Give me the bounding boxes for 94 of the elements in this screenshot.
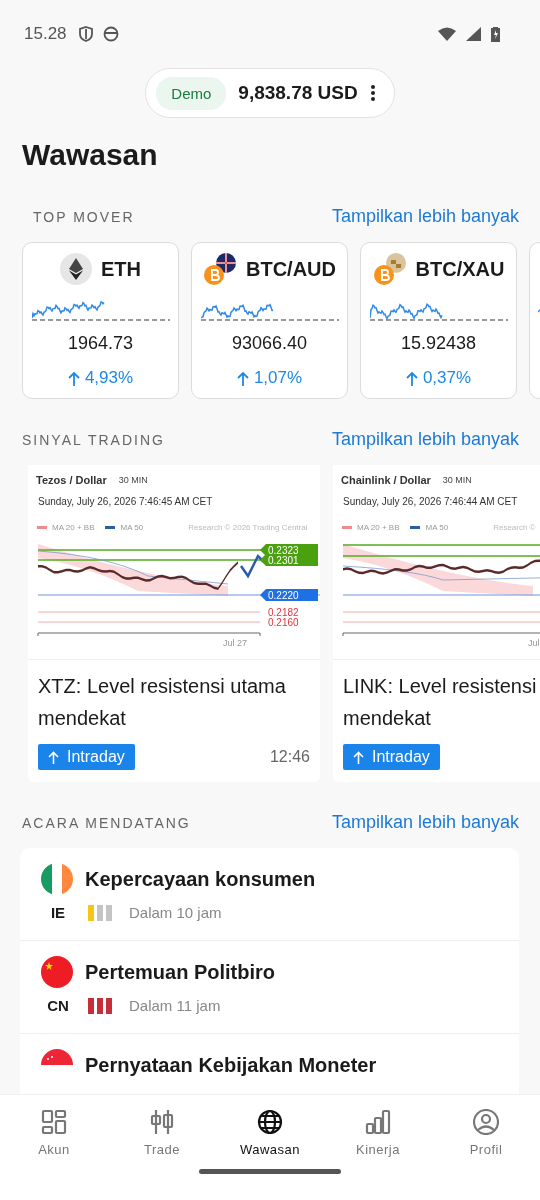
show-more-link[interactable]: Tampilkan lebih banyak xyxy=(331,812,519,833)
chart-title: Chainlink / Dollar xyxy=(341,474,431,486)
legend-swatch xyxy=(37,526,47,529)
change-percent: 0,37% xyxy=(422,368,472,388)
event-row[interactable]: Pertemuan Politbiro CN Dalam 11 jam xyxy=(20,941,519,1034)
event-time: Dalam 10 jam xyxy=(129,904,222,921)
show-more-link[interactable]: Tampilkan lebih banyak xyxy=(331,429,519,450)
flag-icon xyxy=(41,956,73,988)
legend-label: MA 50 xyxy=(120,523,144,532)
tab-label: Profil xyxy=(469,1142,503,1157)
status-time: 15.28 xyxy=(24,24,67,44)
show-more-link[interactable]: Tampilkan lebih banyak xyxy=(331,206,519,227)
chart-credit: Research © xyxy=(493,523,536,532)
country-code: CN xyxy=(46,997,70,1014)
mover-card[interactable]: BTC/AUD 93066.40 1,07% xyxy=(191,242,348,399)
change-percent: 1,07% xyxy=(253,368,303,388)
tag-label: Intraday xyxy=(67,748,125,766)
event-title: Pernyataan Kebijakan Moneter xyxy=(85,1053,377,1077)
arrow-up-icon xyxy=(67,370,80,386)
profile-icon xyxy=(473,1109,499,1135)
nav-tab[interactable]: Kinerja xyxy=(333,1109,423,1157)
legend-swatch xyxy=(410,526,421,529)
nav-tab[interactable]: Profil xyxy=(441,1109,531,1157)
symbol-label: BTC/AUD xyxy=(246,257,336,281)
symbol-label: ETH xyxy=(101,257,141,281)
legend-label: MA 20 + BB xyxy=(52,523,95,532)
ethereum-icon xyxy=(60,253,92,285)
bar-chart-icon xyxy=(365,1109,391,1135)
signal-card[interactable]: Chainlink / Dollar 30 MIN Sunday, July 26, 2026 7:46:44 AM CET MA 20 + BB MA 50 Research © Jul LINK: Level resistensi mendekat Intraday xyxy=(333,465,540,782)
section-title: SINYAL TRADING xyxy=(22,431,165,448)
chart-date: Sunday, July 26, 2026 7:46:45 AM CET xyxy=(38,496,214,507)
price-value: 15.92438 xyxy=(400,333,477,354)
tag-label: Intraday xyxy=(372,748,430,766)
wifi-icon xyxy=(438,27,456,41)
coin-pair-icon xyxy=(203,252,237,286)
importance-meter xyxy=(88,904,112,921)
dashboard-icon xyxy=(41,1109,67,1135)
coin-pair-icon xyxy=(372,252,407,286)
signal-icon xyxy=(466,27,481,41)
price-value: 93066.40 xyxy=(231,333,308,354)
chart-interval: 30 MIN xyxy=(442,475,472,485)
price-level-tag: 0.2182 xyxy=(268,607,299,618)
signal-headline: LINK: Level resistensi mendekat xyxy=(343,674,538,731)
importance-meter xyxy=(88,997,112,1014)
mover-card[interactable]: BTC/XAU 15.92438 0,37% xyxy=(360,242,517,399)
legend-label: MA 20 + BB xyxy=(357,523,400,532)
signal-time: 12:46 xyxy=(269,748,310,766)
change-percent: 4,93% xyxy=(84,368,134,388)
arrow-up-icon xyxy=(405,370,418,386)
axis-label: Jul 27 xyxy=(223,638,248,648)
chart-date: Sunday, July 26, 2026 7:46:44 AM CET xyxy=(343,496,519,507)
chart-interval: 30 MIN xyxy=(118,475,148,485)
shield-icon xyxy=(78,26,93,42)
account-balance-pill[interactable]: Demo 9,838.78 USD xyxy=(145,68,395,118)
tab-label: Akun xyxy=(38,1142,70,1157)
nav-tab[interactable]: Wawasan xyxy=(225,1109,315,1157)
battery-icon xyxy=(491,26,500,42)
event-row[interactable]: Kepercayaan konsumen IE Dalam 10 jam xyxy=(20,848,519,941)
axis-label: Jul xyxy=(528,638,540,648)
legend-label: MA 50 xyxy=(425,523,449,532)
more-icon[interactable] xyxy=(369,84,376,102)
country-code: IE xyxy=(49,904,67,921)
flag-icon xyxy=(41,863,73,895)
page-title: Wawasan xyxy=(22,138,159,172)
event-title: Kepercayaan konsumen xyxy=(85,867,316,891)
price-level-tag: 0.2301 xyxy=(260,554,318,566)
section-title: ACARA MENDATANG xyxy=(22,814,191,831)
arrow-up-icon xyxy=(236,370,249,386)
legend-swatch xyxy=(105,526,116,529)
tab-label: Trade xyxy=(144,1142,180,1157)
candlestick-icon xyxy=(149,1109,175,1135)
price-value: 1964.73 xyxy=(67,333,134,354)
symbol-label: BTC/XAU xyxy=(415,257,505,281)
arrow-up-icon xyxy=(353,750,364,764)
signal-headline: XTZ: Level resistensi utama mendekat xyxy=(38,674,287,731)
chart-title: Tezos / Dollar xyxy=(36,474,107,486)
section-title: TOP MOVER xyxy=(33,208,135,225)
tab-label: Wawasan xyxy=(239,1142,301,1157)
nav-tab[interactable]: Akun xyxy=(9,1109,99,1157)
flag-icon xyxy=(41,1049,73,1065)
tab-label: Kinerja xyxy=(356,1142,400,1157)
signal-card[interactable] xyxy=(28,465,320,782)
chart-credit: Research © 2026 Trading Central xyxy=(188,523,308,532)
price-level-tag: 0.2220 xyxy=(260,589,318,601)
arrow-up-icon xyxy=(48,750,59,764)
mover-card[interactable]: ETH 1964.73 4,93% xyxy=(22,242,179,399)
event-title: Pertemuan Politbiro xyxy=(85,960,276,984)
demo-badge: Demo xyxy=(156,76,227,110)
price-level-tag: 0.2160 xyxy=(268,617,299,628)
event-time: Dalam 11 jam xyxy=(129,997,221,1014)
account-balance: 9,838.78 USD xyxy=(238,82,358,104)
globe-icon xyxy=(257,1109,283,1135)
nav-tab[interactable]: Trade xyxy=(117,1109,207,1157)
legend-swatch xyxy=(342,526,352,529)
